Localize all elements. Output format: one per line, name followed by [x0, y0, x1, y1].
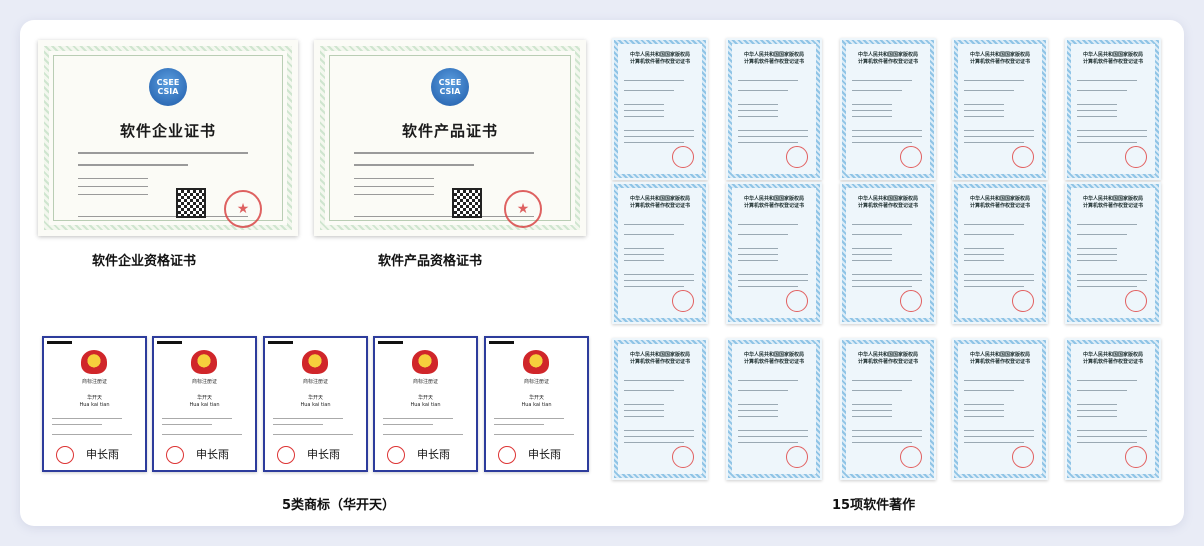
national-emblem-icon: [81, 350, 107, 374]
caption-software-product: 软件产品资格证书: [378, 254, 483, 269]
red-seal-icon: [387, 446, 405, 464]
red-seal-icon: [900, 146, 922, 168]
caption-software-enterprise: 软件企业资格证书: [92, 254, 197, 269]
trademark-certificate: 商标注册证 华开天 Hua kai tian 申长雨: [152, 336, 257, 472]
software-copyright-certificate: 中华人民共和国国家版权局 计算机软件著作权登记证书: [1065, 338, 1161, 480]
trademark-certificate: 商标注册证 华开天 Hua kai tian 申长雨: [484, 336, 589, 472]
software-copyright-certificate: 中华人民共和国国家版权局 计算机软件著作权登记证书: [840, 338, 936, 480]
qr-code-icon: [176, 188, 206, 218]
red-seal-icon: [1012, 446, 1034, 468]
qr-code-icon: [452, 188, 482, 218]
red-seal-icon: [786, 290, 808, 312]
software-copyright-certificate: 中华人民共和国国家版权局 计算机软件著作权登记证书: [1065, 38, 1161, 180]
red-seal-icon: [1125, 446, 1147, 468]
software-product-certificate: CSEE CSIA 软件产品证书 ★: [314, 40, 586, 236]
software-copyright-certificate: 中华人民共和国国家版权局 计算机软件著作权登记证书: [726, 182, 822, 324]
software-copyright-certificate: 中华人民共和国国家版权局 计算机软件著作权登记证书: [840, 38, 936, 180]
caption-copyright: 15项软件著作: [832, 498, 916, 513]
red-seal-icon: [672, 290, 694, 312]
national-emblem-icon: [412, 350, 438, 374]
cert-title: 软件产品证书: [401, 122, 498, 140]
software-copyright-certificate: 中华人民共和国国家版权局 计算机软件著作权登记证书: [612, 338, 708, 480]
software-copyright-certificate: 中华人民共和国国家版权局 计算机软件著作权登记证书: [726, 338, 822, 480]
red-seal-icon: [56, 446, 74, 464]
software-copyright-certificate: 中华人民共和国国家版权局 计算机软件著作权登记证书: [952, 338, 1048, 480]
red-seal-icon: [1125, 146, 1147, 168]
red-seal-icon: [166, 446, 184, 464]
trademark-certificate: 商标注册证 华开天 Hua kai tian 申长雨: [373, 336, 478, 472]
software-enterprise-certificate: CSEE CSIA 软件企业证书 ★: [38, 40, 298, 236]
software-copyright-certificate: 中华人民共和国国家版权局 计算机软件著作权登记证书: [612, 182, 708, 324]
red-seal-icon: [786, 446, 808, 468]
content-card: CSEE CSIA 软件企业证书 ★ 软件企业资格证书 CSEE CSIA 软件产品…: [20, 20, 1184, 526]
red-seal-icon: [1012, 146, 1034, 168]
software-copyright-certificate: 中华人民共和国国家版权局 计算机软件著作权登记证书: [726, 38, 822, 180]
software-copyright-certificate: 中华人民共和国国家版权局 计算机软件著作权登记证书: [952, 182, 1048, 324]
national-emblem-icon: [302, 350, 328, 374]
red-seal-icon: [672, 446, 694, 468]
red-seal-icon: [672, 146, 694, 168]
red-seal-icon: [498, 446, 516, 464]
red-seal-icon: [786, 146, 808, 168]
software-copyright-certificate: 中华人民共和国国家版权局 计算机软件著作权登记证书: [840, 182, 936, 324]
trademark-certificate: 商标注册证 华开天 Hua kai tian 申长雨: [263, 336, 368, 472]
software-copyright-certificate: 中华人民共和国国家版权局 计算机软件著作权登记证书: [952, 38, 1048, 180]
red-seal-icon: [277, 446, 295, 464]
red-seal-icon: [900, 290, 922, 312]
red-seal-icon: [1012, 290, 1034, 312]
software-copyright-certificate: 中华人民共和国国家版权局 计算机软件著作权登记证书: [612, 38, 708, 180]
csee-logo: CSEE CSIA: [149, 68, 187, 106]
software-copyright-certificate: 中华人民共和国国家版权局 计算机软件著作权登记证书: [1065, 182, 1161, 324]
red-seal-icon: ★: [224, 190, 262, 228]
caption-trademark: 5类商标（华开天）: [282, 498, 396, 513]
national-emblem-icon: [523, 350, 549, 374]
red-seal-icon: [900, 446, 922, 468]
red-seal-icon: ★: [504, 190, 542, 228]
csee-logo: CSEE CSIA: [431, 68, 469, 106]
national-emblem-icon: [191, 350, 217, 374]
trademark-certificate: 商标注册证 华开天 Hua kai tian 申长雨: [42, 336, 147, 472]
red-seal-icon: [1125, 290, 1147, 312]
cert-title: 软件企业证书: [119, 122, 216, 140]
